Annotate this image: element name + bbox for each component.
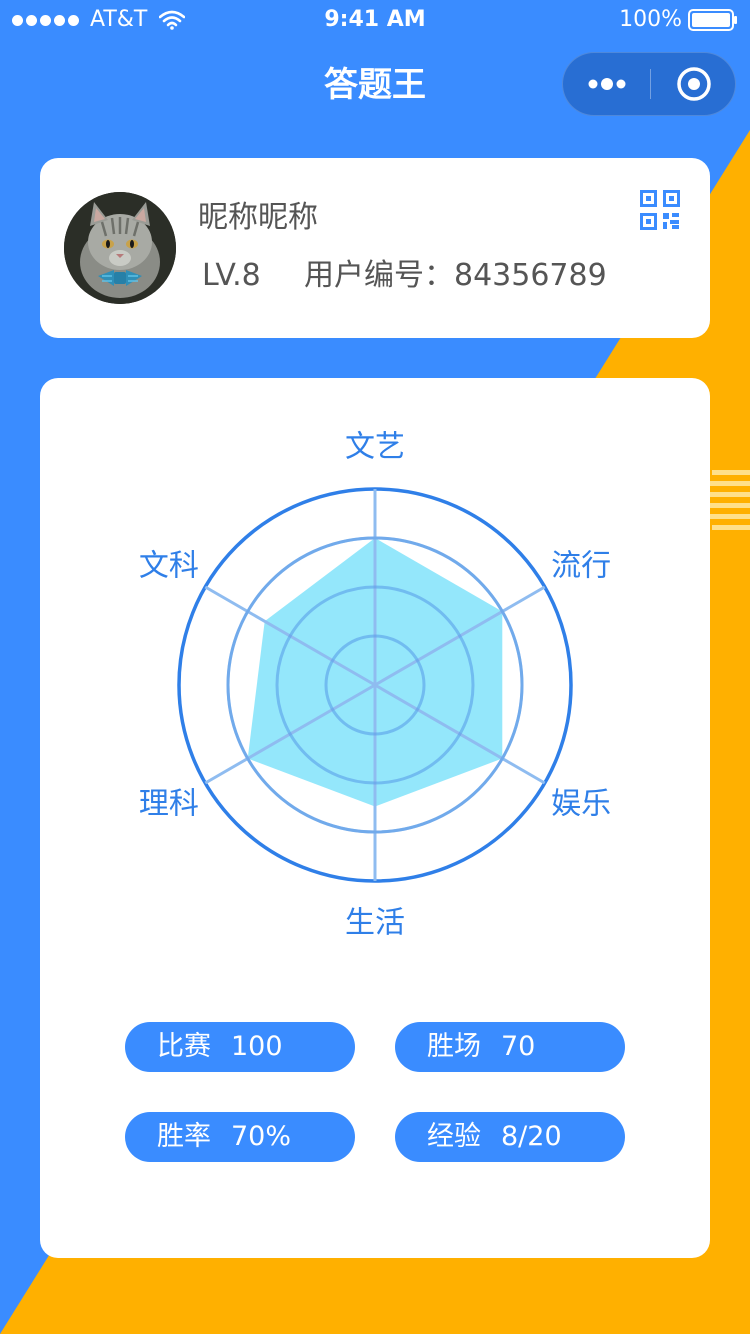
user-id: 用户编号：84356789 [304, 256, 607, 296]
more-dots-icon [588, 78, 626, 90]
user-id-label: 用户编号： [304, 258, 454, 293]
stat-value: 8/20 [501, 1121, 562, 1152]
radar-axis-label: 娱乐 [551, 787, 611, 822]
avatar[interactable] [64, 192, 176, 304]
stat-experience: 经验 8/20 [395, 1112, 625, 1162]
stat-value: 70 [501, 1031, 536, 1062]
qr-code-icon [640, 190, 680, 230]
status-bar: AT&T 9:41 AM 100% [0, 0, 750, 40]
radar-axis-label: 流行 [551, 549, 611, 584]
ability-radar-chart: 文艺流行娱乐生活 理科 文科 [139, 430, 611, 941]
user-id-value: 84356789 [454, 258, 607, 293]
target-close-icon [677, 67, 711, 101]
stat-label: 胜场 [427, 1031, 481, 1062]
stat-label: 经验 [427, 1121, 481, 1152]
stat-wins: 胜场 70 [395, 1022, 625, 1072]
radar-axis-label: 理科 [139, 787, 199, 822]
radar-axis-label: 文艺 [345, 430, 405, 465]
level-badge: LV.8 [202, 258, 261, 293]
battery-percent: 100% [619, 7, 682, 32]
stat-matches: 比赛 100 [125, 1022, 355, 1072]
radar-axis-label: 文科 [139, 549, 199, 584]
stat-label: 胜率 [157, 1121, 211, 1152]
cat-avatar-image [64, 192, 176, 304]
stats-card: 文艺流行娱乐生活 理科 文科 比赛 100 胜场 70 胜率 70% 经验 8/20 [40, 378, 710, 1258]
close-button[interactable] [651, 53, 737, 115]
stat-value: 100 [231, 1031, 283, 1062]
stat-win-rate: 胜率 70% [125, 1112, 355, 1162]
nickname: 昵称昵称 [198, 200, 318, 235]
more-button[interactable] [563, 53, 651, 115]
mini-program-capsule [562, 52, 736, 116]
profile-card: 昵称昵称 LV.8 用户编号：84356789 [40, 158, 710, 338]
stat-value: 70% [231, 1121, 292, 1152]
stat-label: 比赛 [157, 1031, 211, 1062]
battery-icon [688, 9, 737, 31]
radar-axis-label: 生活 [345, 906, 405, 941]
status-right: 100% [619, 8, 738, 32]
qr-code-button[interactable] [640, 190, 680, 230]
